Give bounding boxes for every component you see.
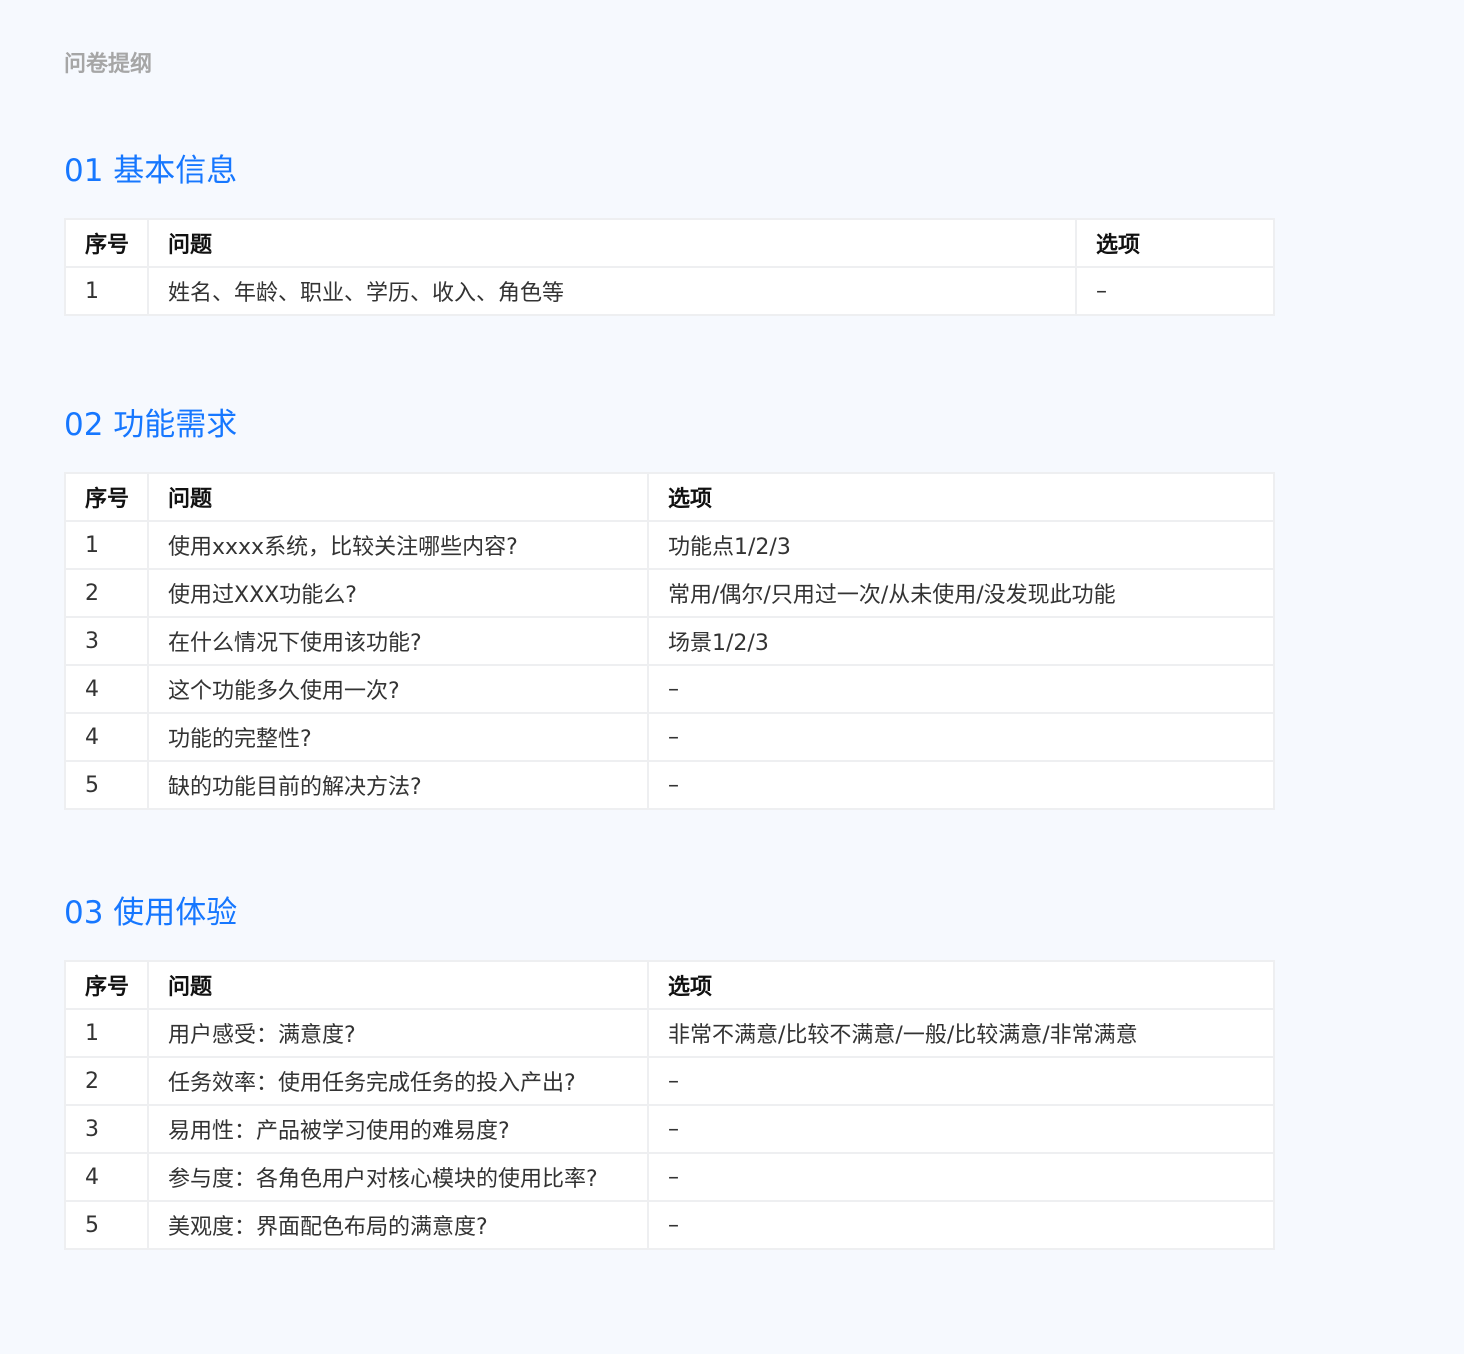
- table-row: 4 功能的完整性? –: [64, 712, 1275, 762]
- header-question: 问题: [147, 960, 649, 1010]
- table-row: 1 用户感受：满意度? 非常不满意/比较不满意/一般/比较满意/非常满意: [64, 1008, 1275, 1058]
- cell-num: 3: [64, 616, 149, 666]
- cell-num: 4: [64, 1152, 149, 1202]
- header-options: 选项: [1075, 218, 1275, 268]
- table-row: 4 这个功能多久使用一次? –: [64, 664, 1275, 714]
- cell-options: 功能点1/2/3: [647, 520, 1275, 570]
- cell-options: –: [647, 760, 1275, 810]
- cell-options: 非常不满意/比较不满意/一般/比较满意/非常满意: [647, 1008, 1275, 1058]
- header-num: 序号: [64, 960, 149, 1010]
- cell-question: 美观度：界面配色布局的满意度?: [147, 1200, 649, 1250]
- section-title-function-needs: 02 功能需求: [64, 407, 238, 443]
- table-header-row: 序号 问题 选项: [64, 218, 1275, 268]
- table-row: 2 使用过XXX功能么? 常用/偶尔/只用过一次/从未使用/没发现此功能: [64, 568, 1275, 618]
- cell-options: –: [647, 664, 1275, 714]
- cell-num: 1: [64, 1008, 149, 1058]
- table-function-needs: 序号 问题 选项 1 使用xxxx系统，比较关注哪些内容? 功能点1/2/3 2…: [64, 472, 1275, 810]
- table-header-row: 序号 问题 选项: [64, 960, 1275, 1010]
- cell-num: 4: [64, 712, 149, 762]
- cell-num: 5: [64, 1200, 149, 1250]
- table-row: 3 易用性：产品被学习使用的难易度? –: [64, 1104, 1275, 1154]
- cell-num: 5: [64, 760, 149, 810]
- header-num: 序号: [64, 472, 149, 522]
- section-title-basic-info: 01 基本信息: [64, 153, 238, 189]
- cell-options: –: [647, 1152, 1275, 1202]
- cell-question: 用户感受：满意度?: [147, 1008, 649, 1058]
- cell-question: 在什么情况下使用该功能?: [147, 616, 649, 666]
- section-title-user-experience: 03 使用体验: [64, 895, 238, 931]
- table-row: 1 姓名、年龄、职业、学历、收入、角色等 –: [64, 266, 1275, 316]
- cell-question: 参与度：各角色用户对核心模块的使用比率?: [147, 1152, 649, 1202]
- table-row: 1 使用xxxx系统，比较关注哪些内容? 功能点1/2/3: [64, 520, 1275, 570]
- cell-question: 使用xxxx系统，比较关注哪些内容?: [147, 520, 649, 570]
- cell-num: 3: [64, 1104, 149, 1154]
- table-user-experience: 序号 问题 选项 1 用户感受：满意度? 非常不满意/比较不满意/一般/比较满意…: [64, 960, 1275, 1250]
- table-header-row: 序号 问题 选项: [64, 472, 1275, 522]
- cell-question: 功能的完整性?: [147, 712, 649, 762]
- table-row: 2 任务效率：使用任务完成任务的投入产出? –: [64, 1056, 1275, 1106]
- cell-options: 常用/偶尔/只用过一次/从未使用/没发现此功能: [647, 568, 1275, 618]
- cell-num: 2: [64, 1056, 149, 1106]
- header-num: 序号: [64, 218, 149, 268]
- table-row: 5 美观度：界面配色布局的满意度? –: [64, 1200, 1275, 1250]
- cell-question: 姓名、年龄、职业、学历、收入、角色等: [147, 266, 1077, 316]
- cell-options: –: [647, 1104, 1275, 1154]
- table-row: 4 参与度：各角色用户对核心模块的使用比率? –: [64, 1152, 1275, 1202]
- cell-question: 使用过XXX功能么?: [147, 568, 649, 618]
- cell-options: 场景1/2/3: [647, 616, 1275, 666]
- header-question: 问题: [147, 218, 1077, 268]
- header-options: 选项: [647, 960, 1275, 1010]
- header-question: 问题: [147, 472, 649, 522]
- header-options: 选项: [647, 472, 1275, 522]
- cell-question: 易用性：产品被学习使用的难易度?: [147, 1104, 649, 1154]
- cell-options: –: [647, 712, 1275, 762]
- page-title: 问卷提纲: [64, 52, 153, 77]
- cell-question: 任务效率：使用任务完成任务的投入产出?: [147, 1056, 649, 1106]
- cell-question: 这个功能多久使用一次?: [147, 664, 649, 714]
- cell-num: 2: [64, 568, 149, 618]
- cell-options: –: [647, 1056, 1275, 1106]
- cell-options: –: [647, 1200, 1275, 1250]
- cell-num: 4: [64, 664, 149, 714]
- cell-num: 1: [64, 520, 149, 570]
- cell-num: 1: [64, 266, 149, 316]
- table-basic-info: 序号 问题 选项 1 姓名、年龄、职业、学历、收入、角色等 –: [64, 218, 1275, 316]
- table-row: 3 在什么情况下使用该功能? 场景1/2/3: [64, 616, 1275, 666]
- table-row: 5 缺的功能目前的解决方法? –: [64, 760, 1275, 810]
- cell-options: –: [1075, 266, 1275, 316]
- cell-question: 缺的功能目前的解决方法?: [147, 760, 649, 810]
